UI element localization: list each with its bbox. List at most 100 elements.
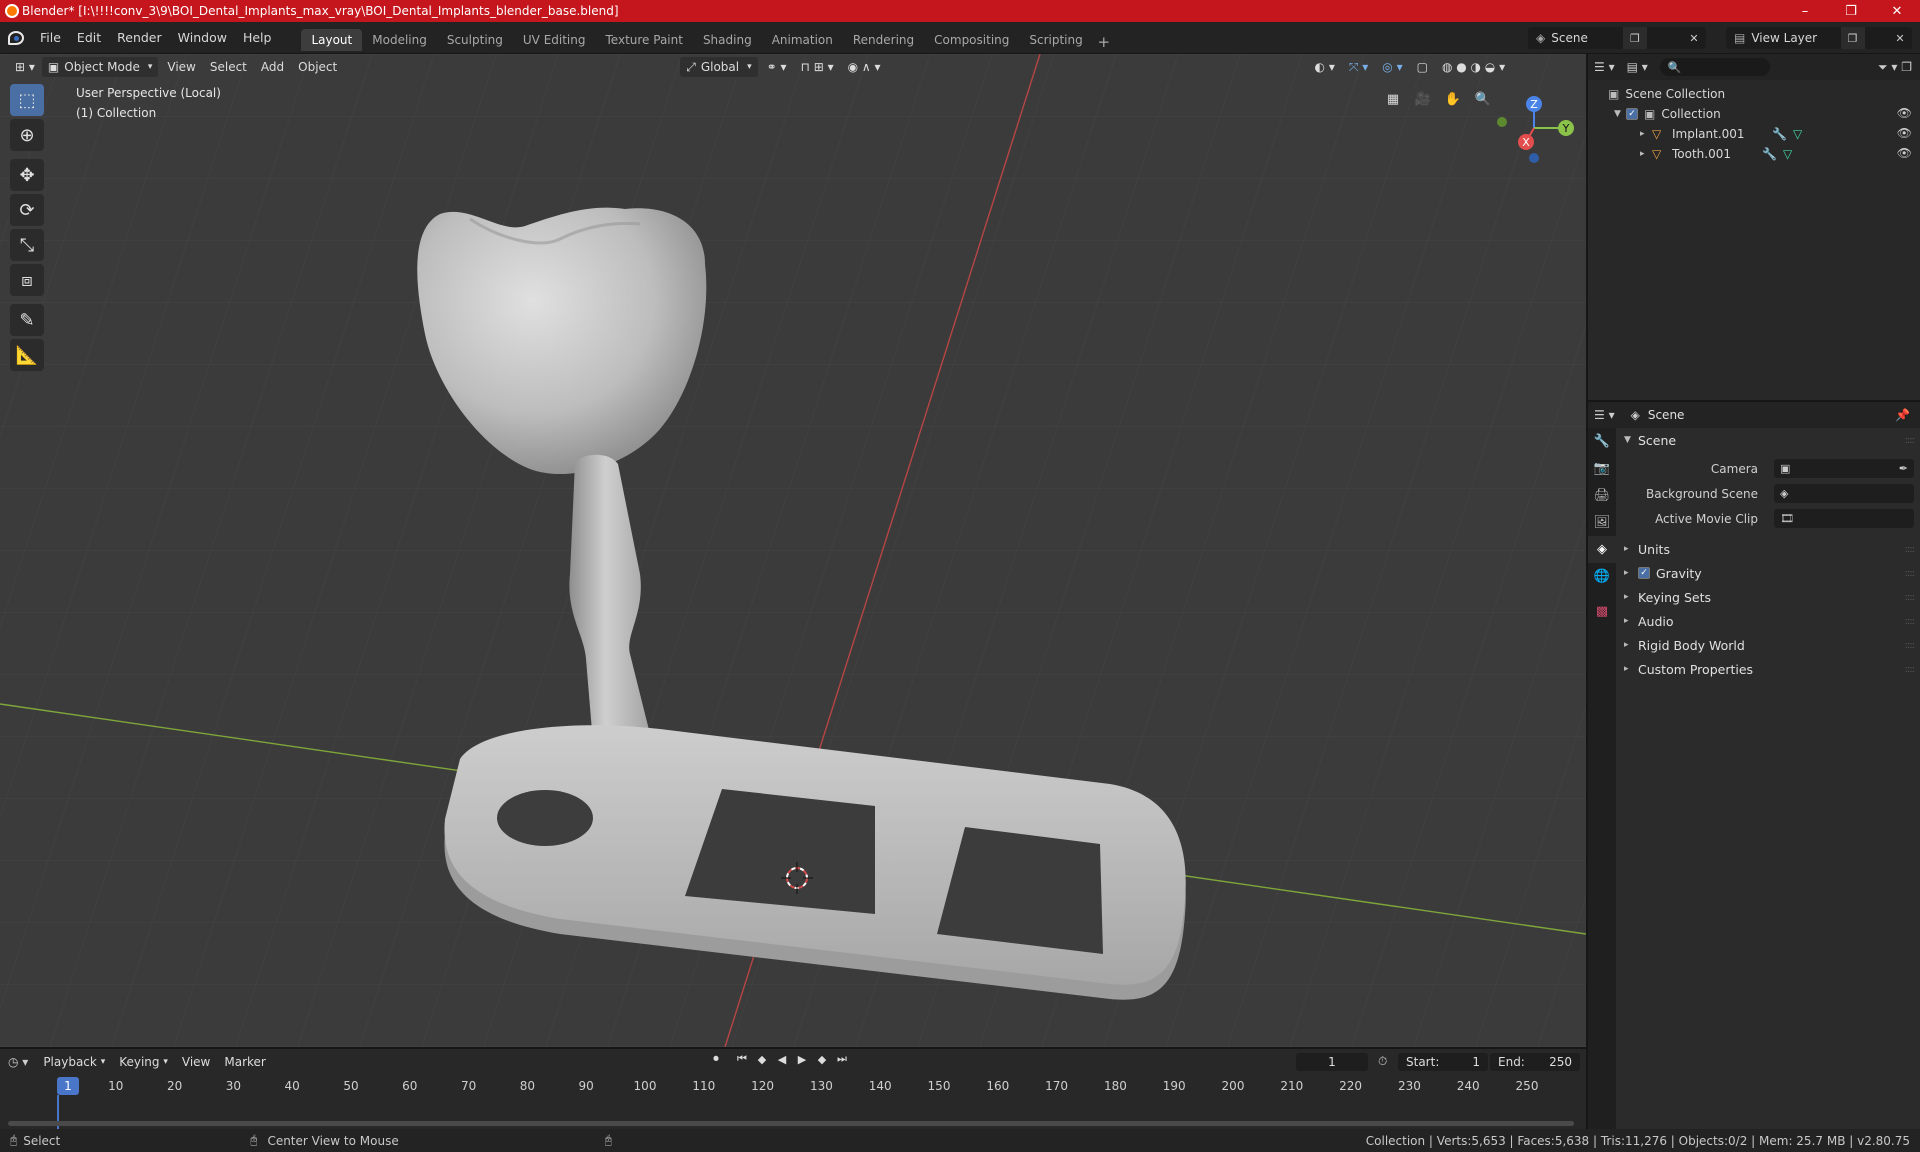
scale-tool-icon[interactable]: ⤡ bbox=[10, 229, 44, 261]
outliner-collection[interactable]: ▼ ✓ ▣ Collection 👁 bbox=[1588, 104, 1920, 124]
zoom-icon[interactable]: 🔍 bbox=[1470, 86, 1496, 112]
pivot-point-icon[interactable]: ⚭ ▾ bbox=[760, 57, 794, 77]
output-tab-icon[interactable]: 🖨 bbox=[1588, 482, 1616, 509]
outliner-editor-type-icon[interactable]: ☰ ▾ bbox=[1594, 60, 1615, 74]
scene-tab-icon[interactable]: ◈ bbox=[1588, 536, 1616, 563]
audio-section-header[interactable]: ▸ Audio :::: bbox=[1616, 609, 1920, 633]
custom-properties-section-header[interactable]: ▸ Custom Properties :::: bbox=[1616, 657, 1920, 681]
start-frame-field[interactable]: Start: 1 bbox=[1398, 1053, 1488, 1071]
tab-rendering[interactable]: Rendering bbox=[843, 29, 924, 51]
menu-select[interactable]: Select bbox=[203, 57, 254, 77]
modifier-wrench-icon[interactable]: 🔧 bbox=[1772, 127, 1787, 141]
add-workspace-button[interactable]: + bbox=[1093, 33, 1115, 51]
menu-playback[interactable]: Playback ▾ bbox=[36, 1052, 112, 1072]
delete-scene-icon[interactable]: ✕ bbox=[1682, 27, 1706, 49]
play-icon[interactable]: ▶ bbox=[792, 1053, 812, 1066]
render-tab-icon[interactable]: 📷 bbox=[1588, 455, 1616, 482]
minimize-button[interactable]: – bbox=[1782, 0, 1828, 22]
tab-sculpting[interactable]: Sculpting bbox=[437, 29, 513, 51]
outliner-object-tooth[interactable]: ▸ ▽ Tooth.001 🔧 ▽ 👁 bbox=[1588, 144, 1920, 164]
play-reverse-icon[interactable]: ◀ bbox=[772, 1053, 792, 1066]
move-tool-icon[interactable]: ✥ bbox=[10, 159, 44, 191]
properties-editor-type-icon[interactable]: ☰ ▾ bbox=[1594, 408, 1615, 422]
next-keyframe-icon[interactable]: ◆ bbox=[812, 1053, 832, 1066]
record-icon[interactable]: ⏺ bbox=[706, 1052, 726, 1066]
menu-object[interactable]: Object bbox=[291, 57, 344, 77]
eye-icon[interactable]: 👁 bbox=[1897, 126, 1912, 140]
playhead-frame-indicator[interactable]: 1 bbox=[57, 1077, 79, 1095]
tab-texture-paint[interactable]: Texture Paint bbox=[596, 29, 693, 51]
drag-handle-icon[interactable]: :::: bbox=[1905, 435, 1916, 446]
menu-timeline-view[interactable]: View bbox=[175, 1052, 217, 1072]
filter-icon[interactable]: ⏷ ▾ ❐ bbox=[1878, 60, 1912, 75]
gravity-section-header[interactable]: ▸ ✓ Gravity :::: bbox=[1616, 561, 1920, 585]
measure-tool-icon[interactable]: 📐 bbox=[10, 339, 44, 371]
xray-icon[interactable]: ▢ bbox=[1410, 57, 1435, 77]
menu-render[interactable]: Render bbox=[109, 27, 170, 49]
annotate-tool-icon[interactable]: ✎ bbox=[10, 304, 44, 336]
eye-icon[interactable]: 👁 bbox=[1897, 106, 1912, 120]
scene-section-header[interactable]: ▼ Scene :::: bbox=[1616, 428, 1920, 452]
jump-end-icon[interactable]: ⏭ bbox=[832, 1052, 852, 1066]
cursor-tool-icon[interactable]: ⊕ bbox=[10, 119, 44, 151]
prev-keyframe-icon[interactable]: ◆ bbox=[752, 1053, 772, 1066]
tab-uv-editing[interactable]: UV Editing bbox=[513, 29, 596, 51]
units-section-header[interactable]: ▸ Units :::: bbox=[1616, 537, 1920, 561]
drag-handle-icon[interactable]: :::: bbox=[1905, 592, 1916, 603]
3d-viewport[interactable]: Z Y X ⊞ ▾ ▣ Object Mode ▾ View Select Ad… bbox=[0, 54, 1586, 1047]
transform-orientation-selector[interactable]: ⤢ Global ▾ bbox=[680, 57, 758, 77]
select-box-tool-icon[interactable]: ⬚ bbox=[10, 84, 44, 116]
keying-sets-section-header[interactable]: ▸ Keying Sets :::: bbox=[1616, 585, 1920, 609]
view-layer-tab-icon[interactable]: 🖼 bbox=[1588, 509, 1616, 536]
timeline-editor-type-icon[interactable]: ◷ ▾ bbox=[8, 1055, 28, 1069]
menu-keying[interactable]: Keying ▾ bbox=[112, 1052, 175, 1072]
menu-file[interactable]: File bbox=[32, 27, 69, 49]
stopwatch-icon[interactable]: ⏱ bbox=[1378, 1054, 1387, 1069]
end-frame-field[interactable]: End: 250 bbox=[1490, 1053, 1580, 1071]
camera-icon[interactable]: 🎥 bbox=[1410, 86, 1436, 112]
proportional-edit-icon[interactable]: ◉ ∧ ▾ bbox=[841, 57, 888, 77]
display-mode-icon[interactable]: ▤ ▾ bbox=[1627, 60, 1648, 74]
drag-handle-icon[interactable]: :::: bbox=[1905, 544, 1916, 555]
modifier-wrench-icon[interactable]: 🔧 bbox=[1762, 147, 1777, 161]
timeline-scrollbar[interactable] bbox=[8, 1121, 1574, 1126]
menu-add[interactable]: Add bbox=[254, 57, 291, 77]
tab-modeling[interactable]: Modeling bbox=[362, 29, 437, 51]
scene-selector[interactable]: ◈ Scene ❐ ✕ bbox=[1528, 27, 1706, 49]
transform-tool-icon[interactable]: ⧈ bbox=[10, 264, 44, 296]
drag-handle-icon[interactable]: :::: bbox=[1905, 568, 1916, 579]
tab-compositing[interactable]: Compositing bbox=[924, 29, 1019, 51]
camera-input[interactable]: ▣ ✒ bbox=[1774, 459, 1914, 478]
pin-icon[interactable]: 📌 bbox=[1895, 408, 1910, 422]
menu-window[interactable]: Window bbox=[170, 27, 235, 49]
eyedropper-icon[interactable]: ✒ bbox=[1899, 462, 1908, 475]
menu-marker[interactable]: Marker bbox=[217, 1052, 272, 1072]
viewport-canvas[interactable]: Z Y X bbox=[0, 54, 1586, 1047]
jump-start-icon[interactable]: ⏮ bbox=[732, 1052, 752, 1066]
tool-tab-icon[interactable]: 🔧 bbox=[1588, 428, 1616, 455]
visibility-icon[interactable]: ◐ ▾ bbox=[1308, 57, 1342, 77]
menu-help[interactable]: Help bbox=[235, 27, 280, 49]
gizmo-toggle-icon[interactable]: ⤧ ▾ bbox=[1342, 57, 1375, 77]
texture-tab-icon[interactable]: ▩ bbox=[1588, 598, 1616, 625]
outliner-search-input[interactable]: 🔍 bbox=[1659, 58, 1770, 76]
mesh-data-icon[interactable]: ▽ bbox=[1783, 147, 1792, 161]
menu-edit[interactable]: Edit bbox=[69, 27, 109, 49]
eye-icon[interactable]: 👁 bbox=[1897, 146, 1912, 160]
drag-handle-icon[interactable]: :::: bbox=[1905, 640, 1916, 651]
drag-handle-icon[interactable]: :::: bbox=[1905, 616, 1916, 627]
drag-handle-icon[interactable]: :::: bbox=[1905, 664, 1916, 675]
expand-icon[interactable]: ▸ bbox=[1640, 129, 1652, 139]
active-movie-clip-input[interactable]: 🎞 bbox=[1774, 509, 1914, 528]
snap-icon[interactable]: ⊓ ⊞ ▾ bbox=[794, 57, 841, 77]
overlay-toggle-icon[interactable]: ◎ ▾ bbox=[1375, 57, 1409, 77]
blender-menu-icon[interactable] bbox=[0, 22, 32, 54]
mesh-data-icon[interactable]: ▽ bbox=[1793, 127, 1802, 141]
tab-scripting[interactable]: Scripting bbox=[1019, 29, 1092, 51]
tab-layout[interactable]: Layout bbox=[301, 28, 363, 51]
collection-checkbox[interactable]: ✓ bbox=[1626, 108, 1638, 120]
rigid-body-world-section-header[interactable]: ▸ Rigid Body World :::: bbox=[1616, 633, 1920, 657]
rotate-tool-icon[interactable]: ⟳ bbox=[10, 194, 44, 226]
delete-view-layer-icon[interactable]: ✕ bbox=[1888, 27, 1912, 49]
expand-icon[interactable]: ▼ bbox=[1614, 109, 1626, 119]
